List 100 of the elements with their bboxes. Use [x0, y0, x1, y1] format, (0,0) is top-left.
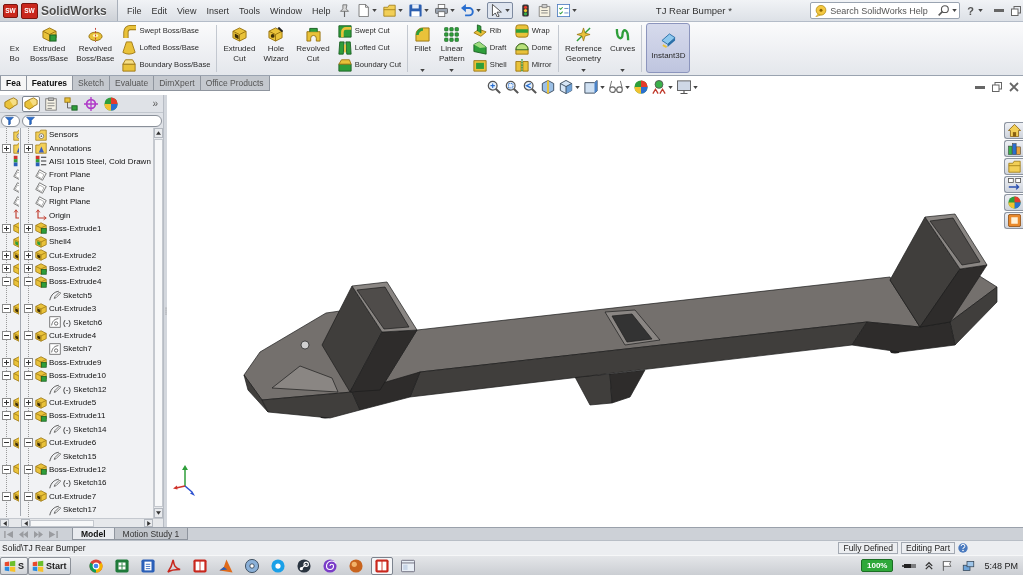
- scroll-up-button[interactable]: [154, 128, 163, 138]
- tree-item[interactable]: Right Plane: [49, 197, 91, 207]
- menu-item[interactable]: Edit: [146, 2, 173, 19]
- panel-tab[interactable]: [102, 95, 120, 112]
- toggle-button[interactable]: Instant3D: [646, 23, 691, 73]
- tree-item[interactable]: Boss-Extrude1: [49, 223, 102, 233]
- tab[interactable]: Fea: [0, 76, 27, 91]
- collapse-icon[interactable]: [24, 491, 33, 501]
- help-button[interactable]: ?: [966, 4, 975, 17]
- filter-field[interactable]: [1, 114, 20, 127]
- tree-item[interactable]: Cut-Extrude3: [49, 304, 97, 314]
- select-button[interactable]: [487, 2, 514, 19]
- collapse-icon[interactable]: [24, 411, 33, 421]
- tree-item[interactable]: Top Plane: [49, 183, 85, 193]
- color-ball-icon[interactable]: [634, 80, 648, 94]
- tree-item[interactable]: Shell4: [49, 237, 72, 247]
- tree-item[interactable]: (-) Sketch16: [63, 478, 107, 488]
- ribbon-button[interactable]: Revolved Cut: [294, 22, 332, 75]
- ribbon-button[interactable]: Reference Geometry: [562, 22, 604, 75]
- menu-item[interactable]: View: [172, 2, 202, 19]
- caret-icon[interactable]: [424, 9, 430, 12]
- search-field[interactable]: Search SolidWorks Help: [810, 2, 961, 19]
- tab[interactable]: Sketch: [72, 76, 111, 91]
- restore-icon[interactable]: [992, 82, 1002, 92]
- task-pane-tab[interactable]: [1004, 140, 1023, 157]
- scroll-thumb[interactable]: [154, 139, 163, 507]
- tab[interactable]: Features: [25, 76, 74, 91]
- caret-icon[interactable]: [398, 9, 404, 12]
- shaded-box-icon[interactable]: [584, 80, 598, 94]
- ribbon-button[interactable]: Curves: [607, 22, 638, 75]
- collapse-icon[interactable]: [24, 304, 33, 314]
- network-icon[interactable]: [962, 559, 976, 572]
- tree-item[interactable]: (-) Sketch12: [63, 384, 107, 394]
- collapse-icon[interactable]: [2, 491, 11, 501]
- expand-icon[interactable]: [24, 143, 33, 153]
- expand-icon[interactable]: [2, 357, 11, 367]
- collapse-icon[interactable]: [2, 438, 11, 448]
- sliced-cube-icon[interactable]: [541, 80, 555, 94]
- expand-icon[interactable]: [24, 264, 33, 274]
- vertical-scrollbar[interactable]: [153, 128, 163, 518]
- tab[interactable]: Evaluate: [109, 76, 155, 91]
- collapse-icon[interactable]: [24, 438, 33, 448]
- collapse-icon[interactable]: [2, 277, 11, 287]
- view-cube-icon[interactable]: [559, 80, 573, 94]
- tree-item[interactable]: Cut-Extrude7: [49, 491, 97, 501]
- monitor-icon[interactable]: [677, 80, 691, 94]
- collapse-icon[interactable]: [2, 411, 11, 421]
- tree-item[interactable]: Boss-Extrude2: [49, 264, 102, 274]
- scroll-down-button[interactable]: [154, 508, 163, 518]
- tree-item[interactable]: Cut-Extrude5: [49, 398, 97, 407]
- checklist-icon[interactable]: [557, 4, 571, 17]
- task-pane-tab[interactable]: [1004, 158, 1023, 175]
- collapse-icon[interactable]: [24, 371, 33, 381]
- start-button[interactable]: Start: [28, 556, 71, 575]
- zoom-area-icon[interactable]: [505, 80, 519, 94]
- tree-item[interactable]: Boss-Extrude4: [49, 277, 102, 287]
- ribbon-button[interactable]: Hole Wizard: [261, 22, 291, 75]
- tree-item[interactable]: Sensors: [49, 130, 79, 140]
- ribbon-button[interactable]: Extruded Cut: [221, 22, 258, 75]
- task-pane-tab[interactable]: [1004, 212, 1023, 229]
- expand-icon[interactable]: [2, 398, 11, 407]
- caret-icon[interactable]: [600, 85, 605, 89]
- tree-item[interactable]: (-) Sketch6: [63, 317, 103, 327]
- tree-item[interactable]: Sketch15: [63, 451, 97, 461]
- figures-icon[interactable]: [652, 80, 666, 94]
- blank-page-icon[interactable]: [357, 4, 371, 17]
- caret-icon[interactable]: [668, 85, 673, 89]
- tree-item[interactable]: Annotations: [49, 143, 92, 153]
- clock[interactable]: 5:48 PM: [984, 560, 1018, 571]
- expand-icon[interactable]: [24, 223, 33, 233]
- undo-arrow-icon[interactable]: [461, 4, 475, 17]
- caret-icon[interactable]: [450, 9, 456, 12]
- ribbon-button[interactable]: Ex Bo: [5, 22, 24, 75]
- collapse-icon[interactable]: [2, 304, 11, 314]
- menu-item[interactable]: Help: [306, 2, 336, 19]
- caret-icon[interactable]: [693, 85, 698, 89]
- tab[interactable]: Motion Study 1: [113, 528, 189, 540]
- caret-icon[interactable]: [625, 85, 630, 89]
- overflow-button[interactable]: »: [149, 98, 161, 109]
- task-pane-tab[interactable]: [1004, 194, 1023, 211]
- tree-item[interactable]: Cut-Extrude6: [49, 438, 97, 448]
- help-icon[interactable]: [958, 543, 968, 553]
- printer-icon[interactable]: [435, 4, 449, 17]
- ribbon-button[interactable]: Linear Pattern: [437, 22, 467, 75]
- expand-icon[interactable]: [24, 357, 33, 367]
- tree-item[interactable]: Front Plane: [49, 170, 91, 180]
- minimize-icon[interactable]: [975, 85, 985, 89]
- tab[interactable]: DimXpert: [153, 76, 201, 91]
- filter-field[interactable]: [22, 114, 162, 127]
- collapse-icon[interactable]: [2, 371, 11, 381]
- tab[interactable]: Office Products: [199, 76, 270, 91]
- caret-icon[interactable]: [575, 85, 580, 89]
- tree-item[interactable]: Boss-Extrude10: [49, 371, 106, 381]
- expand-icon[interactable]: [2, 143, 11, 153]
- expand-icon[interactable]: [2, 264, 11, 274]
- search-icon[interactable]: [938, 5, 950, 16]
- tree-item[interactable]: Sketch17: [63, 505, 97, 515]
- collapse-icon[interactable]: [2, 331, 11, 341]
- caret-icon[interactable]: [952, 9, 958, 12]
- ribbon-button[interactable]: Fillet: [412, 22, 433, 75]
